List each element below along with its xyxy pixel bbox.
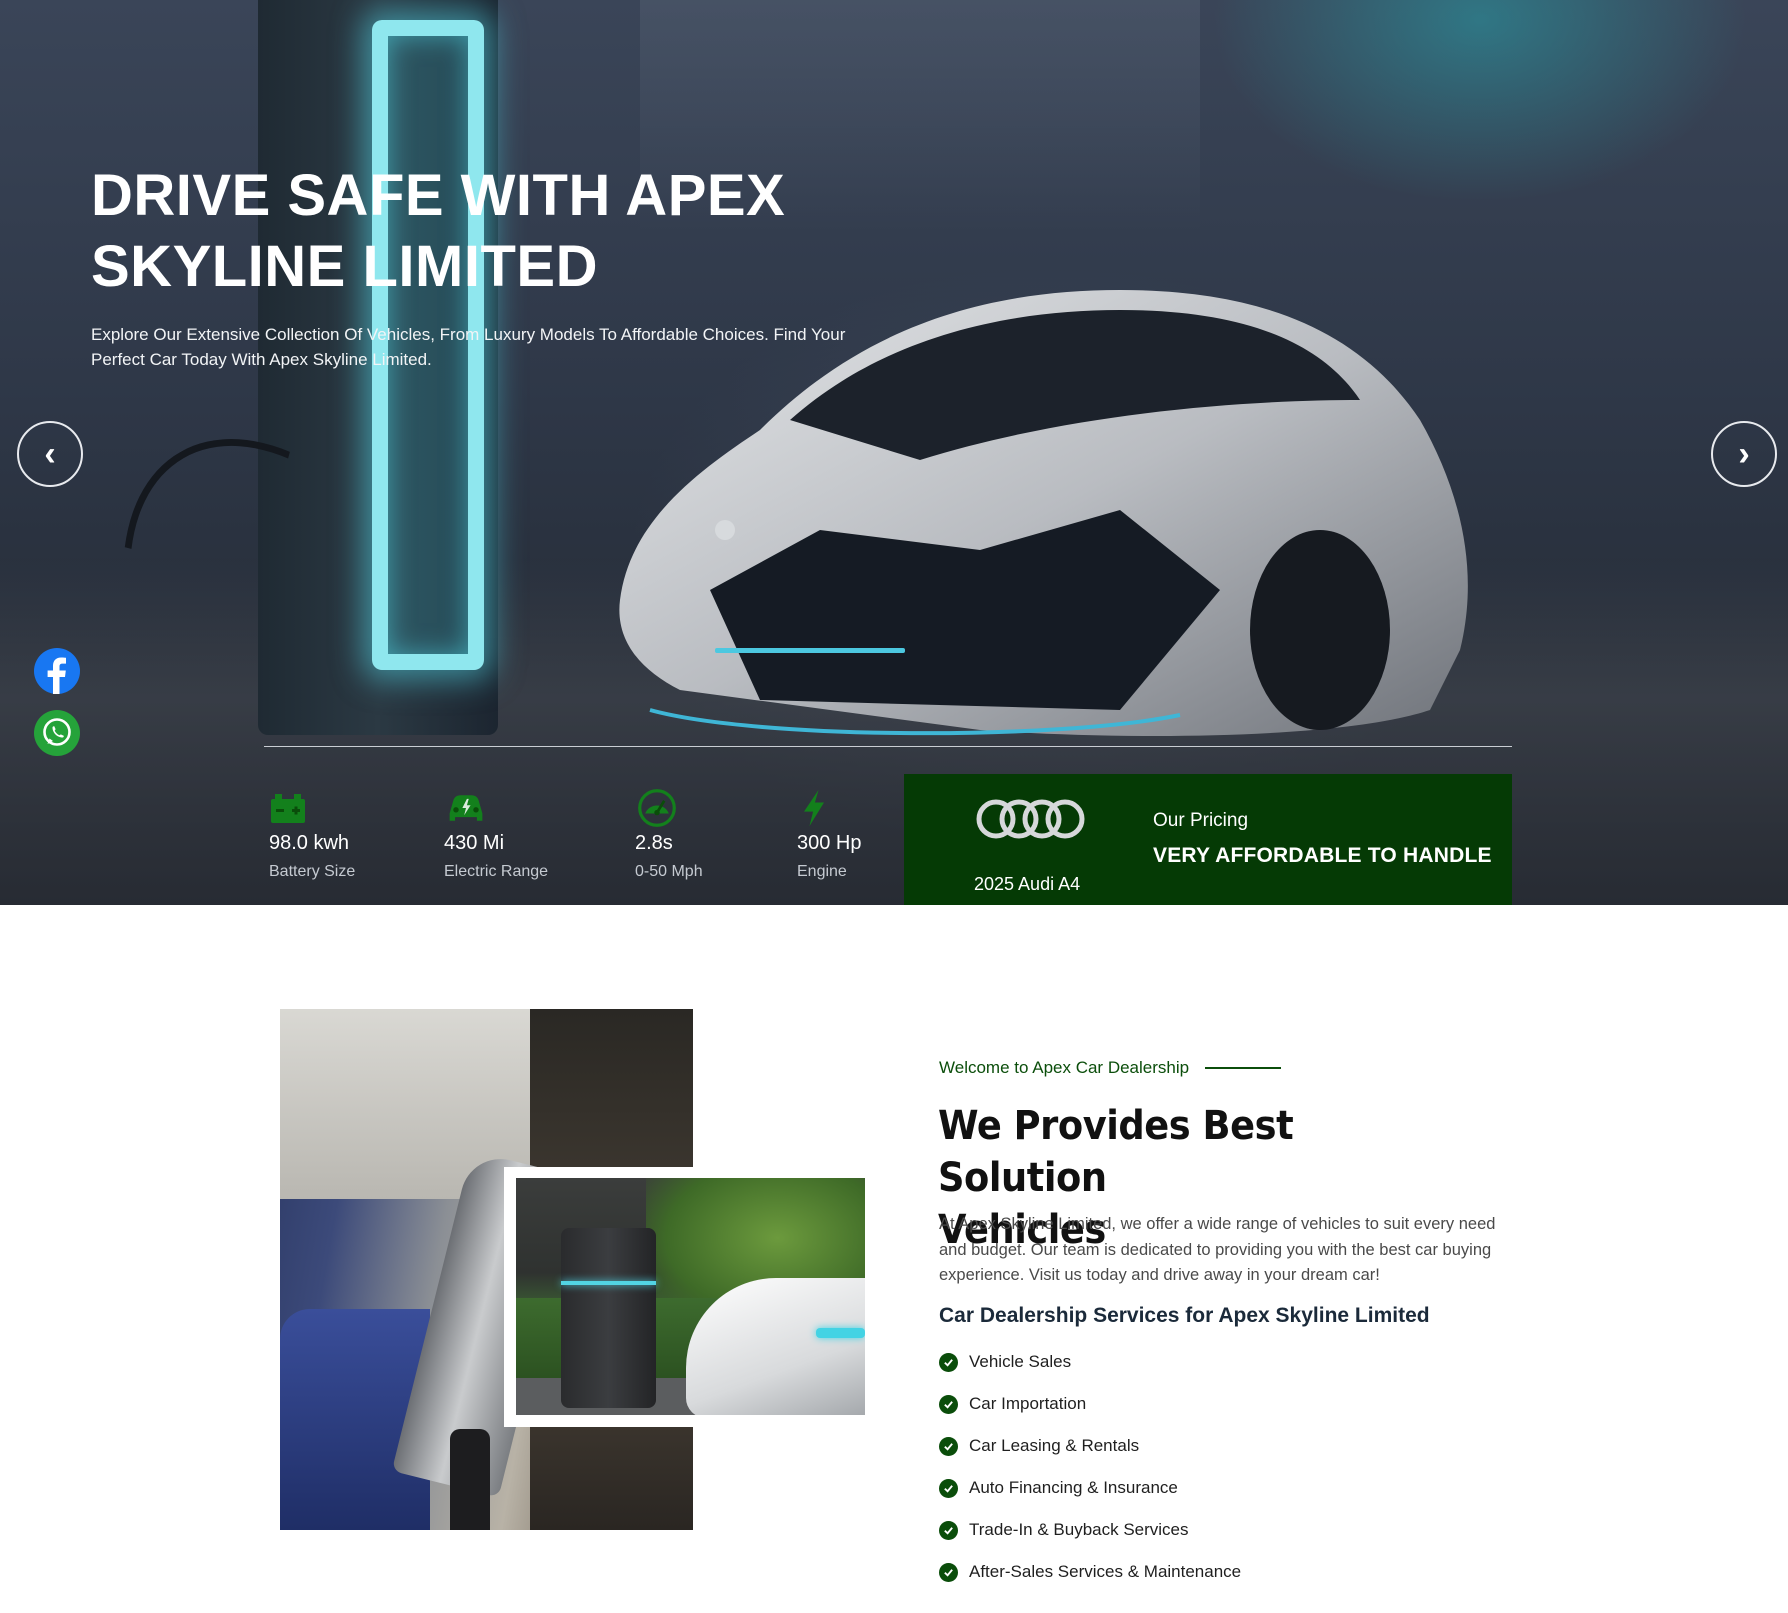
charging-station-photo: [516, 1178, 865, 1415]
chevron-left-icon: ‹: [44, 435, 56, 473]
check-circle-icon: [939, 1478, 958, 1498]
service-label: After-Sales Services & Maintenance: [969, 1562, 1242, 1581]
car-icon: [449, 795, 483, 821]
hero-divider: [264, 746, 1512, 747]
speedometer-icon: [638, 789, 676, 827]
stat-value: 98.0 kwh: [269, 832, 350, 854]
eyebrow-line: [1205, 1067, 1282, 1069]
about-title-line-1: We Provides Best Solution: [938, 1103, 1294, 1201]
slider-next-button[interactable]: ›: [1711, 421, 1777, 487]
pricing-label: Our Pricing: [1153, 810, 1249, 831]
service-label: Trade-In & Buyback Services: [969, 1520, 1189, 1539]
check-circle-icon: [939, 1520, 958, 1540]
list-item: Trade-In & Buyback Services: [939, 1509, 1241, 1551]
pricing-value: VERY AFFORDABLE TO HANDLE: [1153, 844, 1492, 867]
list-item: Auto Financing & Insurance: [939, 1467, 1241, 1509]
service-label: Car Importation: [969, 1394, 1087, 1413]
whatsapp-link[interactable]: [34, 710, 80, 756]
lightning-icon: [804, 789, 824, 827]
slider-prev-button[interactable]: ‹: [17, 421, 83, 487]
list-item: Vehicle Sales: [939, 1341, 1241, 1383]
stat-battery-size: 98.0 kwh Battery Size: [269, 788, 355, 883]
hero-title: DRIVE SAFE WITH APEX SKYLINE LIMITED: [91, 160, 891, 302]
stat-label: Battery Size: [269, 863, 356, 880]
check-circle-icon: [939, 1562, 958, 1582]
hero-title-line-2: SKYLINE LIMITED: [91, 234, 598, 299]
stat-label: Engine: [797, 863, 847, 880]
stat-value: 300 Hp: [797, 832, 862, 854]
hero-title-line-1: DRIVE SAFE WITH APEX: [91, 163, 786, 228]
services-list: Vehicle Sales Car Importation Car Leasin…: [939, 1341, 1241, 1593]
stat-electric-range: 430 Mi Electric Range: [444, 788, 548, 883]
stat-label: Electric Range: [444, 863, 549, 880]
hero-subtitle: Explore Our Extensive Collection Of Vehi…: [91, 325, 846, 369]
chevron-right-icon: ›: [1738, 435, 1750, 473]
check-circle-icon: [939, 1436, 958, 1456]
facebook-link[interactable]: [34, 648, 80, 694]
stat-value: 2.8s: [635, 832, 673, 854]
check-circle-icon: [939, 1394, 958, 1414]
pricing-panel: 2025 Audi A4 Our Pricing VERY AFFORDABLE…: [904, 774, 1512, 905]
section-eyebrow: Welcome to Apex Car Dealership: [939, 1058, 1282, 1078]
services-title: Car Dealership Services for Apex Skyline…: [939, 1304, 1430, 1327]
about-description: At Apex Skyline Limited, we offer a wide…: [939, 1215, 1496, 1284]
whatsapp-icon: [34, 710, 80, 756]
facebook-icon: [34, 648, 80, 694]
pricing-car-model: 2025 Audi A4: [974, 874, 1081, 894]
stat-label: 0-50 Mph: [635, 863, 703, 880]
service-label: Vehicle Sales: [969, 1352, 1072, 1371]
stat-value: 430 Mi: [444, 832, 505, 854]
list-item: After-Sales Services & Maintenance: [939, 1551, 1241, 1593]
service-label: Auto Financing & Insurance: [969, 1478, 1178, 1497]
stat-engine: 300 Hp Engine: [797, 788, 862, 883]
service-label: Car Leasing & Rentals: [969, 1436, 1140, 1455]
list-item: Car Leasing & Rentals: [939, 1425, 1241, 1467]
battery-icon: [271, 794, 305, 823]
check-circle-icon: [939, 1352, 958, 1372]
eyebrow-text: Welcome to Apex Car Dealership: [939, 1058, 1190, 1077]
audi-rings-logo: [976, 799, 1085, 839]
stat-acceleration: 2.8s 0-50 Mph: [635, 788, 703, 883]
list-item: Car Importation: [939, 1383, 1241, 1425]
hero-slider: DRIVE SAFE WITH APEX SKYLINE LIMITED Exp…: [0, 0, 1788, 905]
